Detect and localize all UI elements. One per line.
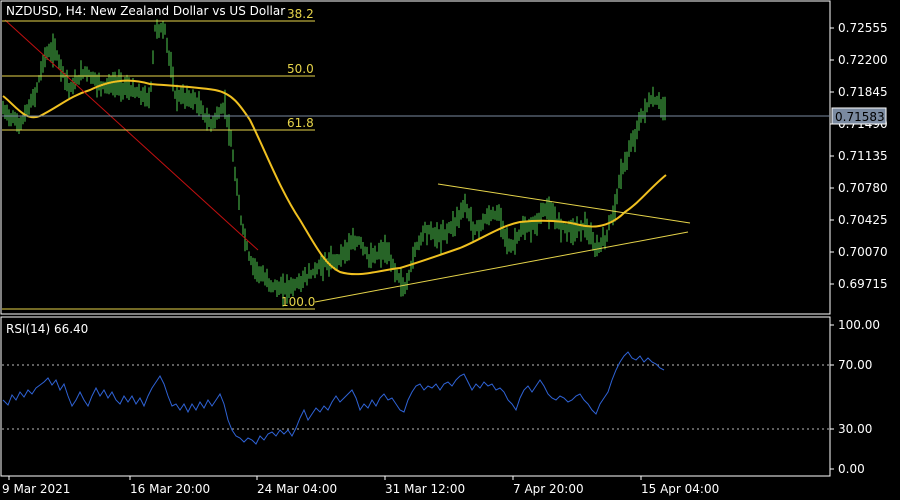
current-price-label: 0.71583 — [835, 110, 885, 124]
fib-label-38: 38.2 — [287, 7, 314, 21]
rsi-title: RSI(14) 66.40 — [6, 322, 88, 336]
price-label: 0.70425 — [838, 213, 888, 227]
time-label: 9 Mar 2021 — [2, 482, 70, 496]
rsi-axis-label: 30.00 — [838, 422, 872, 436]
price-label: 0.70780 — [838, 181, 888, 195]
fib-label-61: 61.8 — [287, 116, 314, 130]
price-axis: 0.72555 0.72200 0.71845 0.71490 0.71135 … — [830, 21, 888, 291]
price-label: 0.69715 — [838, 277, 888, 291]
price-label: 0.71135 — [838, 149, 888, 163]
time-label: 24 Mar 04:00 — [257, 482, 337, 496]
price-label: 0.72200 — [838, 53, 888, 67]
price-label: 0.72555 — [838, 21, 888, 35]
fib-label-100: 100.0 — [281, 295, 315, 309]
time-label: 16 Mar 20:00 — [130, 482, 210, 496]
time-label: 31 Mar 12:00 — [385, 482, 465, 496]
chart-canvas[interactable]: 38.2 50.0 61.8 100.0 0.72555 0.72200 0.7… — [0, 0, 900, 500]
time-label: 7 Apr 20:00 — [513, 482, 584, 496]
rsi-axis-label: 0.00 — [838, 462, 865, 476]
chart-background — [0, 0, 900, 500]
rsi-axis-label: 100.00 — [838, 318, 880, 332]
chart-title: NZDUSD, H4: New Zealand Dollar vs US Dol… — [6, 4, 285, 18]
fib-label-50: 50.0 — [287, 62, 314, 76]
time-label: 15 Apr 04:00 — [641, 482, 719, 496]
rsi-axis-label: 70.00 — [838, 358, 872, 372]
price-label: 0.70070 — [838, 245, 888, 259]
price-label: 0.71845 — [838, 85, 888, 99]
